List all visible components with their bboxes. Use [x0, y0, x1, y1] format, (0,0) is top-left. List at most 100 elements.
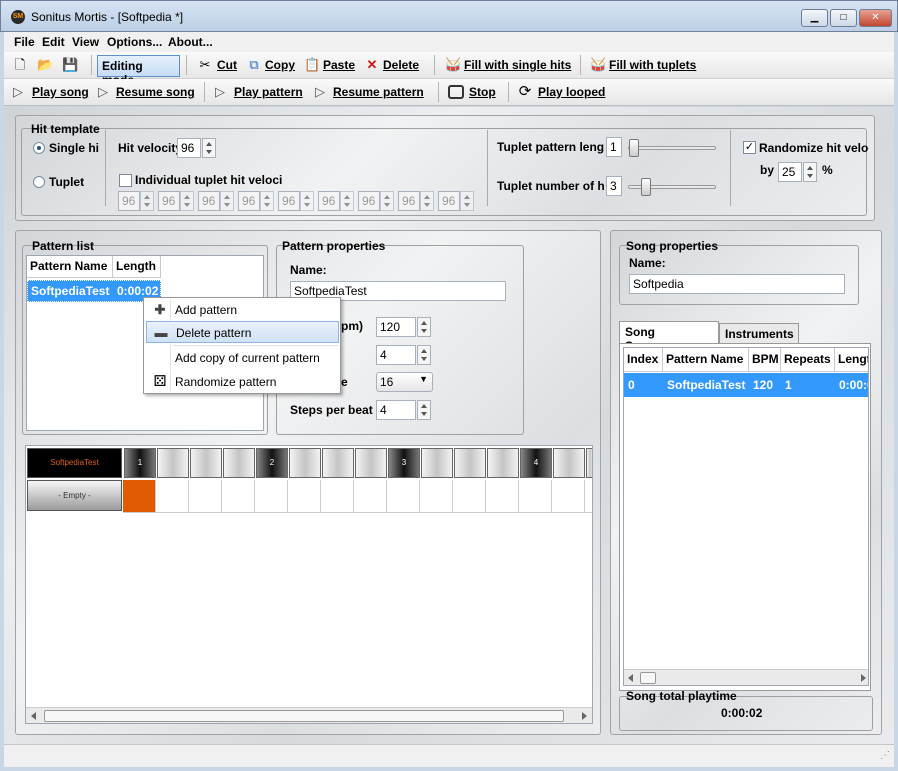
tuplet-velocity-input[interactable]: 96	[158, 191, 180, 211]
horizontal-scrollbar[interactable]	[26, 707, 592, 723]
resume-song-button[interactable]: Resume song	[116, 85, 195, 99]
open-folder-icon[interactable]: 📂	[37, 57, 53, 73]
tuplet-velocity-stepper[interactable]	[180, 191, 194, 211]
scroll-right-icon[interactable]	[861, 674, 866, 682]
step-cell[interactable]	[552, 480, 585, 513]
resume-pattern-button[interactable]: Resume pattern	[333, 85, 424, 99]
tuplet-velocity-stepper[interactable]	[420, 191, 434, 211]
menu-file[interactable]: File	[14, 35, 35, 49]
table-row[interactable]: 0 SoftpediaTest 120 1 0:00:0	[624, 373, 868, 397]
menu-item-randomize[interactable]: ⚄ Randomize pattern	[146, 371, 339, 393]
scroll-right-icon[interactable]	[582, 712, 587, 720]
single-hit-radio[interactable]	[33, 142, 45, 154]
tuplet-length-input[interactable]: 1	[606, 137, 622, 157]
tuplet-velocity-stepper[interactable]	[460, 191, 474, 211]
menu-about[interactable]: About...	[168, 35, 213, 49]
steps-per-beat-input[interactable]: 4	[376, 400, 416, 420]
menu-edit[interactable]: Edit	[42, 35, 65, 49]
stop-button[interactable]: Stop	[469, 85, 496, 99]
step-cell[interactable]	[288, 480, 321, 513]
maximize-button[interactable]: □	[830, 9, 857, 27]
menu-options[interactable]: Options...	[107, 35, 162, 49]
step-cell[interactable]	[585, 480, 592, 513]
tab-instruments[interactable]: Instruments	[719, 323, 799, 343]
tuplet-length-slider[interactable]	[628, 146, 716, 150]
tuplet-velocity-stepper[interactable]	[300, 191, 314, 211]
delete-button[interactable]: Delete	[383, 58, 419, 72]
step-cell[interactable]	[222, 480, 255, 513]
column-header[interactable]: Pattern Name	[27, 256, 113, 278]
menu-view[interactable]: View	[72, 35, 99, 49]
scroll-left-icon[interactable]	[628, 674, 633, 682]
column-header[interactable]: Repeats	[781, 348, 835, 372]
step-cell[interactable]	[420, 480, 453, 513]
hit-velocity-stepper[interactable]	[202, 138, 216, 158]
bpm-stepper[interactable]	[417, 317, 431, 337]
tuplet-number-slider-thumb[interactable]	[641, 178, 651, 196]
copy-button[interactable]: Copy	[265, 58, 295, 72]
tuplet-velocity-input[interactable]: 96	[318, 191, 340, 211]
play-looped-button[interactable]: Play looped	[538, 85, 605, 99]
menu-item-add-pattern[interactable]: ✚ Add pattern	[146, 299, 339, 321]
randomize-by-input[interactable]: 25	[778, 162, 802, 182]
tuplet-velocity-stepper[interactable]	[220, 191, 234, 211]
column-header[interactable]: Index	[624, 348, 663, 372]
tuplet-radio[interactable]	[33, 176, 45, 188]
scrollbar-thumb[interactable]	[44, 710, 564, 722]
song-name-input[interactable]: Softpedia	[629, 274, 845, 294]
tuplet-velocity-input[interactable]: 96	[398, 191, 420, 211]
beats-stepper[interactable]	[417, 345, 431, 365]
tuplet-velocity-stepper[interactable]	[260, 191, 274, 211]
step-cell[interactable]	[354, 480, 387, 513]
column-header[interactable]: Lengt	[835, 348, 868, 372]
track-name[interactable]: - Empty -	[27, 480, 122, 511]
tuplet-length-slider-thumb[interactable]	[629, 139, 639, 157]
step-cell[interactable]	[156, 480, 189, 513]
tab-song-sequence[interactable]: Song Sequence	[619, 321, 719, 353]
tuplet-velocity-stepper[interactable]	[340, 191, 354, 211]
resize-grip-icon[interactable]: ⋰	[880, 750, 890, 761]
editing-mode-button[interactable]: Editing mode	[97, 55, 180, 87]
pattern-grid[interactable]: SoftpediaTest - Empty - 1 2 3 4	[25, 445, 593, 724]
tuplet-velocity-input[interactable]: 96	[118, 191, 140, 211]
paste-button[interactable]: Paste	[323, 58, 355, 72]
column-header[interactable]: BPM	[749, 348, 781, 372]
horizontal-scrollbar[interactable]	[624, 669, 868, 685]
new-file-icon[interactable]: 🗋	[12, 57, 28, 73]
tuplet-velocity-input[interactable]: 96	[358, 191, 380, 211]
minimize-button[interactable]: ▁	[801, 9, 828, 27]
bpm-input[interactable]: 120	[376, 317, 416, 337]
individual-velocity-checkbox[interactable]	[119, 174, 132, 187]
hit-velocity-input[interactable]: 96	[177, 138, 201, 158]
steps-per-beat-stepper[interactable]	[417, 400, 431, 420]
tuplet-velocity-input[interactable]: 96	[238, 191, 260, 211]
list-item[interactable]: SoftpediaTest 0:00:02	[27, 280, 161, 302]
fill-single-hits-button[interactable]: Fill with single hits	[464, 58, 571, 72]
tuplet-velocity-input[interactable]: 96	[198, 191, 220, 211]
step-cell[interactable]	[387, 480, 420, 513]
tuplet-number-input[interactable]: 3	[606, 176, 622, 196]
cut-button[interactable]: Cut	[217, 58, 237, 72]
step-cell[interactable]	[453, 480, 486, 513]
step-cell[interactable]	[519, 480, 552, 513]
randomize-by-stepper[interactable]	[803, 162, 817, 182]
scrollbar-thumb[interactable]	[640, 672, 656, 684]
menu-item-add-copy[interactable]: Add copy of current pattern	[146, 347, 339, 369]
play-pattern-button[interactable]: Play pattern	[234, 85, 303, 99]
step-cell-active[interactable]	[123, 480, 156, 513]
column-header[interactable]: Pattern Name	[663, 348, 749, 372]
fill-tuplets-button[interactable]: Fill with tuplets	[609, 58, 696, 72]
column-header[interactable]: Length	[113, 256, 161, 278]
beats-input[interactable]: 4	[376, 345, 416, 365]
tuplet-velocity-stepper[interactable]	[380, 191, 394, 211]
save-icon[interactable]: 💾	[62, 57, 78, 73]
scroll-left-icon[interactable]	[31, 712, 36, 720]
step-cell[interactable]	[321, 480, 354, 513]
randomize-velocity-checkbox[interactable]: ✓	[743, 141, 756, 154]
close-button[interactable]: ✕	[859, 9, 892, 27]
step-cell[interactable]	[486, 480, 519, 513]
song-sequence-list[interactable]: Index Pattern Name BPM Repeats Lengt 0 S…	[623, 347, 869, 686]
step-cell[interactable]	[255, 480, 288, 513]
tuplet-velocity-stepper[interactable]	[140, 191, 154, 211]
step-cell[interactable]	[189, 480, 222, 513]
